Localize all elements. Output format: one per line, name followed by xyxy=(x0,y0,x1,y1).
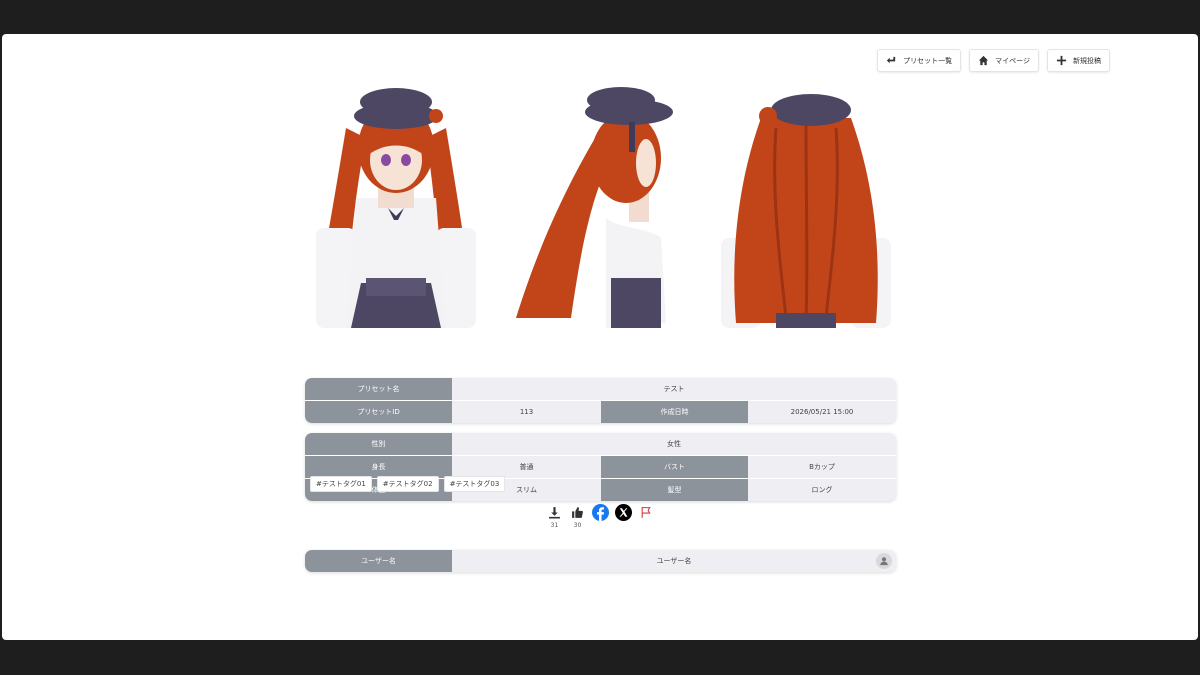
user-table: ユーザー名 ユーザー名 xyxy=(305,550,896,572)
return-arrow-icon xyxy=(887,56,896,64)
x-share-button[interactable] xyxy=(615,504,632,521)
preset-name-value: テスト xyxy=(452,378,896,400)
facebook-share-button[interactable] xyxy=(592,504,609,521)
preset-info-table: プリセット名 テスト プリセットID 113 作成日時 2026/05/21 1… xyxy=(305,378,896,423)
top-nav: プリセット一覧 マイページ 新規投稿 xyxy=(877,49,1110,72)
tag-item[interactable]: #テストタグ01 xyxy=(310,476,372,492)
user-avatar[interactable] xyxy=(876,553,892,569)
gender-value: 女性 xyxy=(452,433,896,455)
created-value: 2026/05/21 15:00 xyxy=(748,401,896,423)
preset-id-label: プリセットID xyxy=(305,401,452,423)
download-count: 31 xyxy=(550,522,559,529)
tag-item[interactable]: #テストタグ02 xyxy=(376,476,439,492)
preset-list-label: プリセット一覧 xyxy=(903,56,953,65)
user-label: ユーザー名 xyxy=(305,550,452,572)
preset-id-row: プリセットID 113 作成日時 2026/05/21 15:00 xyxy=(305,401,896,423)
x-icon xyxy=(615,504,632,521)
plus-icon xyxy=(1056,55,1067,66)
facebook-icon xyxy=(592,504,609,521)
new-post-label: 新規投稿 xyxy=(1073,56,1101,65)
like-count: 30 xyxy=(573,522,582,529)
height-label: 身長 xyxy=(305,456,452,478)
back-view-image xyxy=(716,68,896,328)
tag-list: #テストタグ01 #テストタグ02 #テストタグ03 xyxy=(310,476,506,492)
user-name-value[interactable]: ユーザー名 xyxy=(452,550,896,572)
download-icon xyxy=(549,507,560,519)
like-button[interactable]: 30 xyxy=(569,504,586,529)
mypage-label: マイページ xyxy=(995,56,1030,65)
gender-row: 性別 女性 xyxy=(305,433,896,456)
flag-icon xyxy=(641,507,651,518)
preset-name-label: プリセット名 xyxy=(305,378,452,400)
hair-label: 髪型 xyxy=(601,479,748,501)
hair-value: ロング xyxy=(748,479,896,501)
home-icon xyxy=(979,55,989,66)
gender-label: 性別 xyxy=(305,433,452,455)
preset-name-row: プリセット名 テスト xyxy=(305,378,896,401)
created-label: 作成日時 xyxy=(601,401,748,423)
user-icon xyxy=(880,557,888,566)
tag-item[interactable]: #テストタグ03 xyxy=(443,476,506,492)
character-preview xyxy=(306,68,896,328)
front-view-image xyxy=(306,68,486,328)
height-value: 普通 xyxy=(452,456,601,478)
mypage-button[interactable]: マイページ xyxy=(969,49,1039,72)
thumbs-up-icon xyxy=(572,507,583,518)
bust-label: バスト xyxy=(601,456,748,478)
user-row: ユーザー名 ユーザー名 xyxy=(305,550,896,572)
download-button[interactable]: 31 xyxy=(546,504,563,529)
side-view-image xyxy=(511,68,691,328)
preset-id-value: 113 xyxy=(452,401,601,423)
report-button[interactable] xyxy=(638,504,655,521)
action-bar: 31 30 xyxy=(546,504,655,529)
bust-value: Bカップ xyxy=(748,456,896,478)
new-post-button[interactable]: 新規投稿 xyxy=(1047,49,1110,72)
